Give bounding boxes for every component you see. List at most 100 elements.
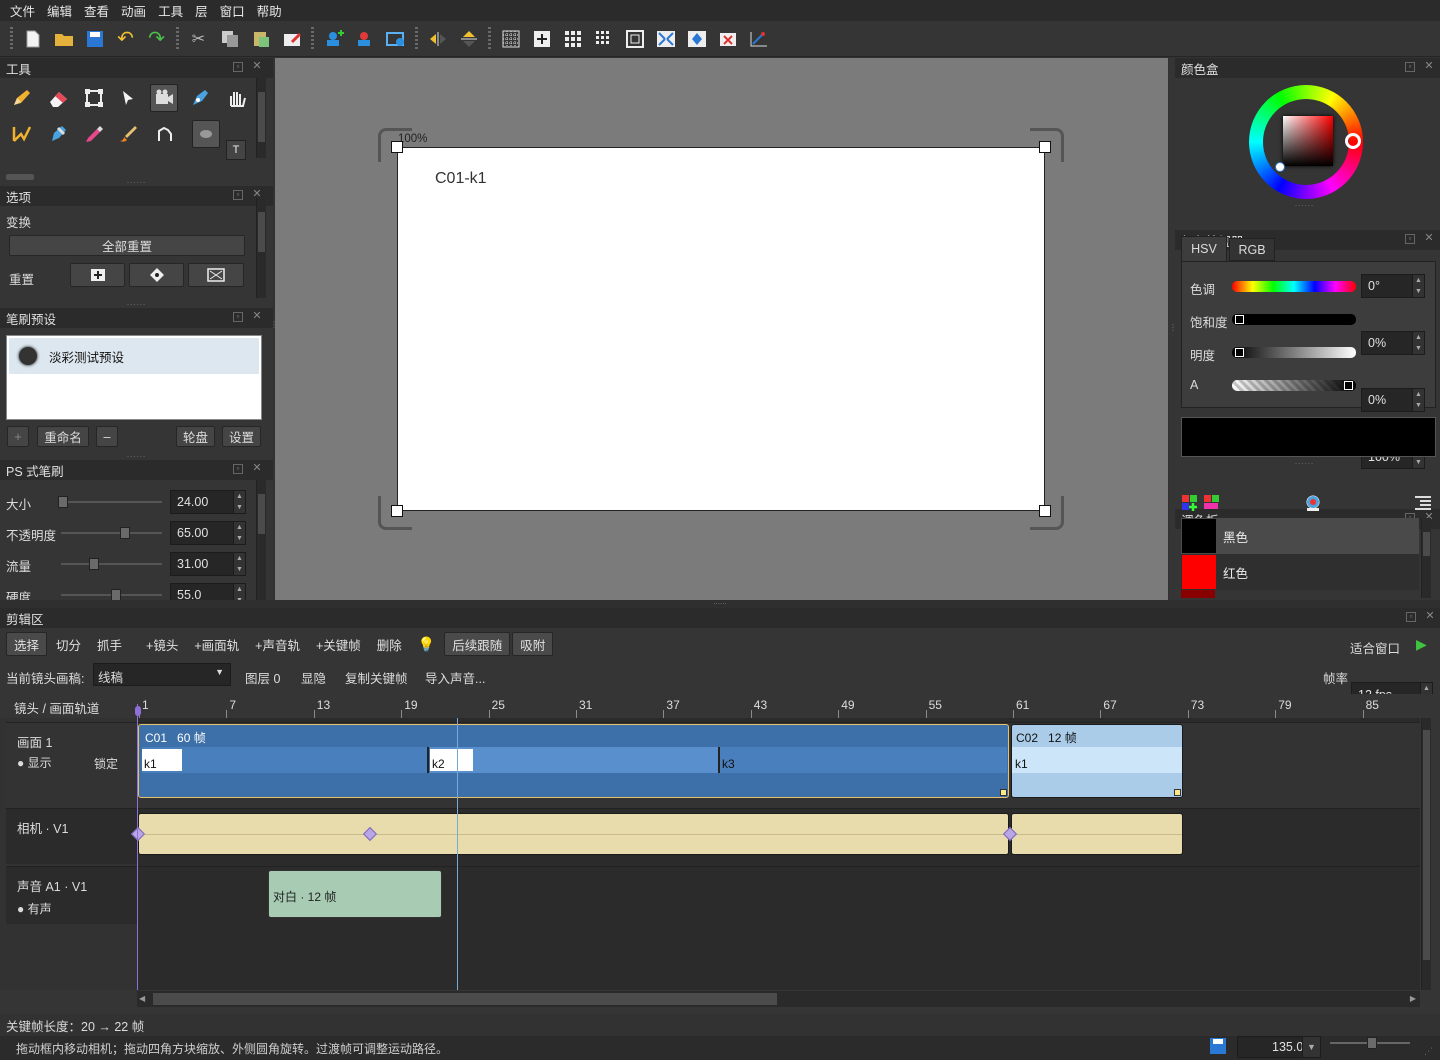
scroll-right-icon[interactable]: ▶ bbox=[1410, 994, 1416, 1003]
clip-resize-handle[interactable] bbox=[1000, 789, 1007, 796]
menu-window[interactable]: 窗口 bbox=[214, 1, 251, 20]
grid-3x3-icon[interactable] bbox=[559, 25, 587, 53]
slider-knob[interactable] bbox=[58, 496, 68, 508]
select-mode-button[interactable]: 选择 bbox=[6, 632, 48, 656]
reset-scale-button[interactable] bbox=[188, 263, 244, 287]
redo-icon[interactable]: ↷ bbox=[143, 25, 171, 53]
hue-slider[interactable] bbox=[1232, 281, 1356, 292]
scale-handle-top-left[interactable] bbox=[391, 141, 403, 153]
follow-toggle-button[interactable]: 后续跟随 bbox=[444, 632, 511, 656]
camera-reset-icon[interactable] bbox=[714, 25, 742, 53]
tools-scrollbar[interactable] bbox=[256, 78, 266, 158]
cut-icon[interactable]: ✂ bbox=[185, 25, 213, 53]
menu-tools[interactable]: 工具 bbox=[152, 1, 189, 20]
scroll-thumb[interactable] bbox=[153, 993, 777, 1005]
dock-splitter[interactable]: ⋮ bbox=[270, 320, 278, 340]
camera-segment-2[interactable] bbox=[1011, 813, 1183, 855]
reset-rotation-button[interactable] bbox=[129, 263, 184, 287]
center-frame-icon[interactable] bbox=[683, 25, 711, 53]
toolbar-grip[interactable] bbox=[10, 26, 13, 51]
zoom-spinbox[interactable]: 135.0% ▼ bbox=[1237, 1036, 1321, 1058]
save-icon[interactable] bbox=[81, 25, 109, 53]
dock-splitter[interactable]: ⋮ bbox=[1169, 323, 1177, 343]
camera-path-icon[interactable] bbox=[745, 25, 773, 53]
eyedropper-tool-icon[interactable] bbox=[80, 120, 108, 148]
spin-arrows-icon[interactable]: ▲▼ bbox=[1412, 275, 1424, 297]
close-icon[interactable]: ✕ bbox=[252, 311, 262, 322]
remove-camera-icon[interactable] bbox=[351, 25, 379, 53]
float-icon[interactable]: ▫ bbox=[1405, 62, 1415, 72]
camera-tool-icon[interactable] bbox=[149, 84, 178, 112]
remove-preset-button[interactable]: – bbox=[96, 426, 118, 447]
float-icon[interactable]: ▫ bbox=[1406, 612, 1416, 622]
saturation-value-square[interactable] bbox=[1283, 116, 1333, 166]
saturation-spinbox[interactable]: 0% ▲ ▼ bbox=[1361, 331, 1425, 355]
palette-add-color-icon[interactable] bbox=[1203, 494, 1221, 515]
alpha-slider[interactable] bbox=[1232, 380, 1356, 391]
slider-knob[interactable] bbox=[1367, 1037, 1377, 1049]
spin-arrows-icon[interactable]: ▲▼ bbox=[1412, 332, 1424, 354]
undo-icon[interactable]: ↶ bbox=[112, 25, 140, 53]
play-icon[interactable]: ▶ bbox=[1416, 636, 1427, 653]
close-icon[interactable]: ✕ bbox=[252, 61, 262, 72]
reset-position-button[interactable] bbox=[70, 263, 125, 287]
tab-hsv[interactable]: HSV bbox=[1181, 236, 1227, 261]
time-ruler[interactable]: 镜头 / 画面轨道 1 7 13 19 25 31 37 43 49 55 61 67 73 79 85 bbox=[0, 694, 1440, 718]
keyframe-block-k2[interactable]: k2 bbox=[430, 747, 718, 773]
menu-layer[interactable]: 层 bbox=[189, 1, 214, 20]
keyframe-block-k1[interactable]: k1 bbox=[1012, 747, 1182, 773]
current-color-swatch[interactable] bbox=[1181, 417, 1436, 457]
fit-frame-icon[interactable] bbox=[652, 25, 680, 53]
value-slider[interactable] bbox=[1232, 347, 1356, 358]
add-audio-track-button[interactable]: +声音轨 bbox=[248, 632, 307, 656]
add-camera-icon[interactable] bbox=[320, 25, 348, 53]
grid-4x4-icon[interactable] bbox=[590, 25, 618, 53]
brush-tool-icon[interactable] bbox=[114, 120, 142, 148]
preset-settings-button[interactable]: 设置 bbox=[222, 426, 261, 447]
value-spinbox[interactable]: 0% ▲ ▼ bbox=[1361, 388, 1425, 412]
close-icon[interactable]: ✕ bbox=[1424, 61, 1434, 72]
picture-track-lock[interactable]: 锁定 bbox=[94, 755, 118, 772]
palette-menu-icon[interactable] bbox=[1412, 494, 1432, 513]
camera-fit-icon[interactable] bbox=[382, 25, 410, 53]
clip-c01[interactable]: C01 60 帧 k1 k2 k3 bbox=[138, 724, 1009, 798]
save-status-icon[interactable] bbox=[1209, 1037, 1227, 1058]
spin-arrows-icon[interactable]: ▲▼ bbox=[233, 491, 245, 513]
scale-handle-top-right[interactable] bbox=[1039, 141, 1051, 153]
pen-tool-icon[interactable] bbox=[186, 84, 214, 112]
grid-fine-icon[interactable] bbox=[497, 25, 525, 53]
pencil-tool-icon[interactable] bbox=[8, 84, 36, 112]
close-icon[interactable]: ✕ bbox=[1425, 611, 1435, 622]
preset-item[interactable]: 淡彩测试预设 bbox=[9, 338, 259, 374]
splitter-grip[interactable]: ...... bbox=[1169, 458, 1440, 467]
paste-icon[interactable] bbox=[247, 25, 275, 53]
grab-mode-button[interactable]: 抓手 bbox=[90, 632, 129, 656]
smudge-tool-icon[interactable] bbox=[150, 120, 178, 148]
start-marker[interactable] bbox=[135, 706, 141, 716]
close-icon[interactable]: ✕ bbox=[1424, 233, 1434, 244]
timeline-hscrollbar[interactable]: ◀ ▶ bbox=[137, 991, 1420, 1007]
param-spinbox[interactable]: 65.00 ▲ ▼ bbox=[170, 521, 246, 545]
scroll-left-icon[interactable]: ◀ bbox=[139, 994, 145, 1003]
param-slider[interactable] bbox=[58, 496, 162, 508]
add-picture-track-button[interactable]: +画面轨 bbox=[187, 632, 246, 656]
visibility-button[interactable]: 显隐 bbox=[301, 668, 326, 687]
add-keyframe-button[interactable]: +关键帧 bbox=[309, 632, 368, 656]
float-icon[interactable]: ▫ bbox=[233, 312, 243, 322]
picture-track-show[interactable]: ● 显示 bbox=[17, 754, 52, 771]
fill-tool-icon[interactable] bbox=[44, 120, 72, 148]
wheel-button[interactable]: 轮盘 bbox=[176, 426, 215, 447]
scale-handle-bottom-right[interactable] bbox=[1039, 505, 1051, 517]
timeline-vscrollbar[interactable] bbox=[1421, 718, 1431, 990]
copy-keyframe-button[interactable]: 复制关键帧 bbox=[345, 668, 408, 687]
eraser-tool-icon[interactable] bbox=[44, 84, 72, 112]
slider-knob[interactable] bbox=[1235, 315, 1244, 324]
tool-overflow-handle[interactable] bbox=[6, 174, 34, 180]
open-folder-icon[interactable] bbox=[50, 25, 78, 53]
float-icon[interactable]: ▫ bbox=[233, 464, 243, 474]
spin-arrows-icon[interactable]: ▲▼ bbox=[1412, 389, 1424, 411]
color-wheel[interactable] bbox=[1249, 85, 1363, 199]
menu-edit[interactable]: 编辑 bbox=[41, 1, 78, 20]
palette-scrollbar[interactable] bbox=[1421, 518, 1431, 598]
zoom-slider[interactable] bbox=[1330, 1037, 1410, 1049]
